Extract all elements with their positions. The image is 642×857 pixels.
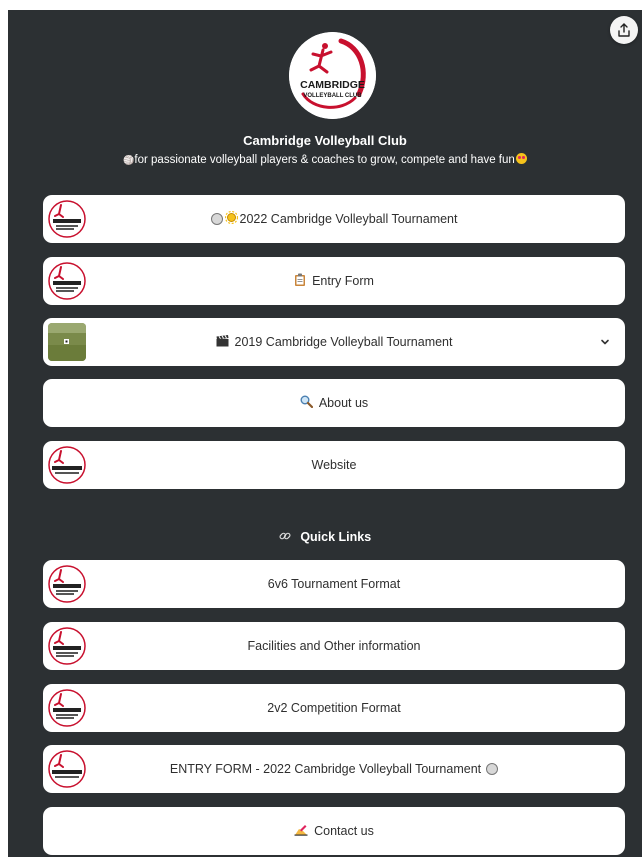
volleyball-icon — [486, 762, 499, 776]
link-text: Contact us — [314, 824, 374, 838]
field-photo-icon — [48, 323, 86, 361]
tournament-logo-icon — [48, 689, 86, 727]
magnifying-glass-icon — [300, 395, 313, 411]
link-text: Facilities and Other information — [247, 639, 421, 653]
tournament-logo-thumb — [48, 627, 86, 665]
writing-hand-icon — [294, 824, 308, 839]
sun-icon — [224, 210, 238, 227]
profile-name: Cambridge Volleyball Club — [243, 133, 407, 148]
logo-text-line1: CAMBRIDGE — [300, 79, 365, 91]
page: CAMBRIDGE VOLLEYBALL CLUB Cambridge Voll… — [0, 0, 642, 857]
link-card-2019-tournament[interactable]: 2019 Cambridge Volleyball Tournament — [43, 318, 625, 366]
link-label: 2022 Cambridge Volleyball Tournament — [93, 195, 575, 243]
link-label: 6v6 Tournament Format — [93, 560, 575, 608]
link-label: Contact us — [93, 807, 575, 855]
club-logo-icon — [48, 750, 86, 788]
link-icon — [279, 529, 291, 547]
profile-bio-text: for passionate volleyball players & coac… — [134, 154, 515, 166]
link-text: 2019 Cambridge Volleyball Tournament — [234, 335, 453, 349]
link-text: 6v6 Tournament Format — [267, 577, 401, 591]
share-button[interactable] — [610, 16, 638, 44]
tournament-logo-icon — [48, 627, 86, 665]
chevron-down-icon[interactable] — [599, 336, 611, 348]
link-label: Facilities and Other information — [93, 622, 575, 670]
tournament-logo-thumb — [48, 689, 86, 727]
club-avatar: CAMBRIDGE VOLLEYBALL CLUB — [289, 32, 376, 119]
tournament-logo-icon — [48, 565, 86, 603]
club-logo-thumb — [48, 446, 86, 484]
club-logo-icon: CAMBRIDGE VOLLEYBALL CLUB — [289, 32, 376, 119]
tournament-logo-thumb — [48, 262, 86, 300]
volleyball-emoji: 🏐 — [123, 155, 135, 165]
clipboard-icon — [294, 273, 306, 289]
link-card-2022-tournament[interactable]: 2022 Cambridge Volleyball Tournament — [43, 195, 625, 243]
link-label: ENTRY FORM - 2022 Cambridge Volleyball T… — [93, 745, 575, 793]
link-label: 2019 Cambridge Volleyball Tournament — [93, 318, 575, 366]
link-card-facilities[interactable]: Facilities and Other information — [43, 622, 625, 670]
link-text: ENTRY FORM - 2022 Cambridge Volleyball T… — [169, 762, 482, 776]
link-card-contact-us[interactable]: Contact us — [43, 807, 625, 855]
tournament-logo-icon — [48, 200, 86, 238]
link-card-entry-form-2022[interactable]: ENTRY FORM - 2022 Cambridge Volleyball T… — [43, 745, 625, 793]
field-photo-thumb — [48, 323, 86, 361]
link-label: About us — [93, 379, 575, 427]
club-logo-icon — [48, 446, 86, 484]
link-card-2v2-format[interactable]: 2v2 Competition Format — [43, 684, 625, 732]
tournament-logo-thumb — [48, 565, 86, 603]
link-card-website[interactable]: Website — [43, 441, 625, 489]
profile-bio: 🏐for passionate volleyball players & coa… — [8, 152, 642, 168]
link-text: Entry Form — [312, 274, 374, 288]
logo-text-line2: VOLLEYBALL CLUB — [303, 93, 362, 99]
tournament-logo-thumb — [48, 200, 86, 238]
heart-eyes-emoji-icon — [515, 153, 527, 164]
volleyball-icon — [210, 212, 223, 226]
quick-links-heading: Quick Links — [8, 528, 642, 547]
quick-links-heading-text: Quick Links — [300, 530, 372, 544]
profile-panel: CAMBRIDGE VOLLEYBALL CLUB Cambridge Voll… — [8, 10, 642, 857]
link-label: 2v2 Competition Format — [93, 684, 575, 732]
link-text: 2022 Cambridge Volleyball Tournament — [239, 212, 458, 226]
clapper-board-icon — [216, 334, 229, 350]
link-label: Entry Form — [93, 257, 575, 305]
link-text: 2v2 Competition Format — [267, 701, 401, 715]
link-text: About us — [318, 396, 369, 410]
club-logo-thumb — [48, 750, 86, 788]
link-card-6v6-format[interactable]: 6v6 Tournament Format — [43, 560, 625, 608]
link-text: Website — [311, 458, 357, 472]
link-card-about-us[interactable]: About us — [43, 379, 625, 427]
share-icon — [618, 23, 630, 37]
link-card-entry-form[interactable]: Entry Form — [43, 257, 625, 305]
tournament-logo-icon — [48, 262, 86, 300]
link-label: Website — [93, 441, 575, 489]
